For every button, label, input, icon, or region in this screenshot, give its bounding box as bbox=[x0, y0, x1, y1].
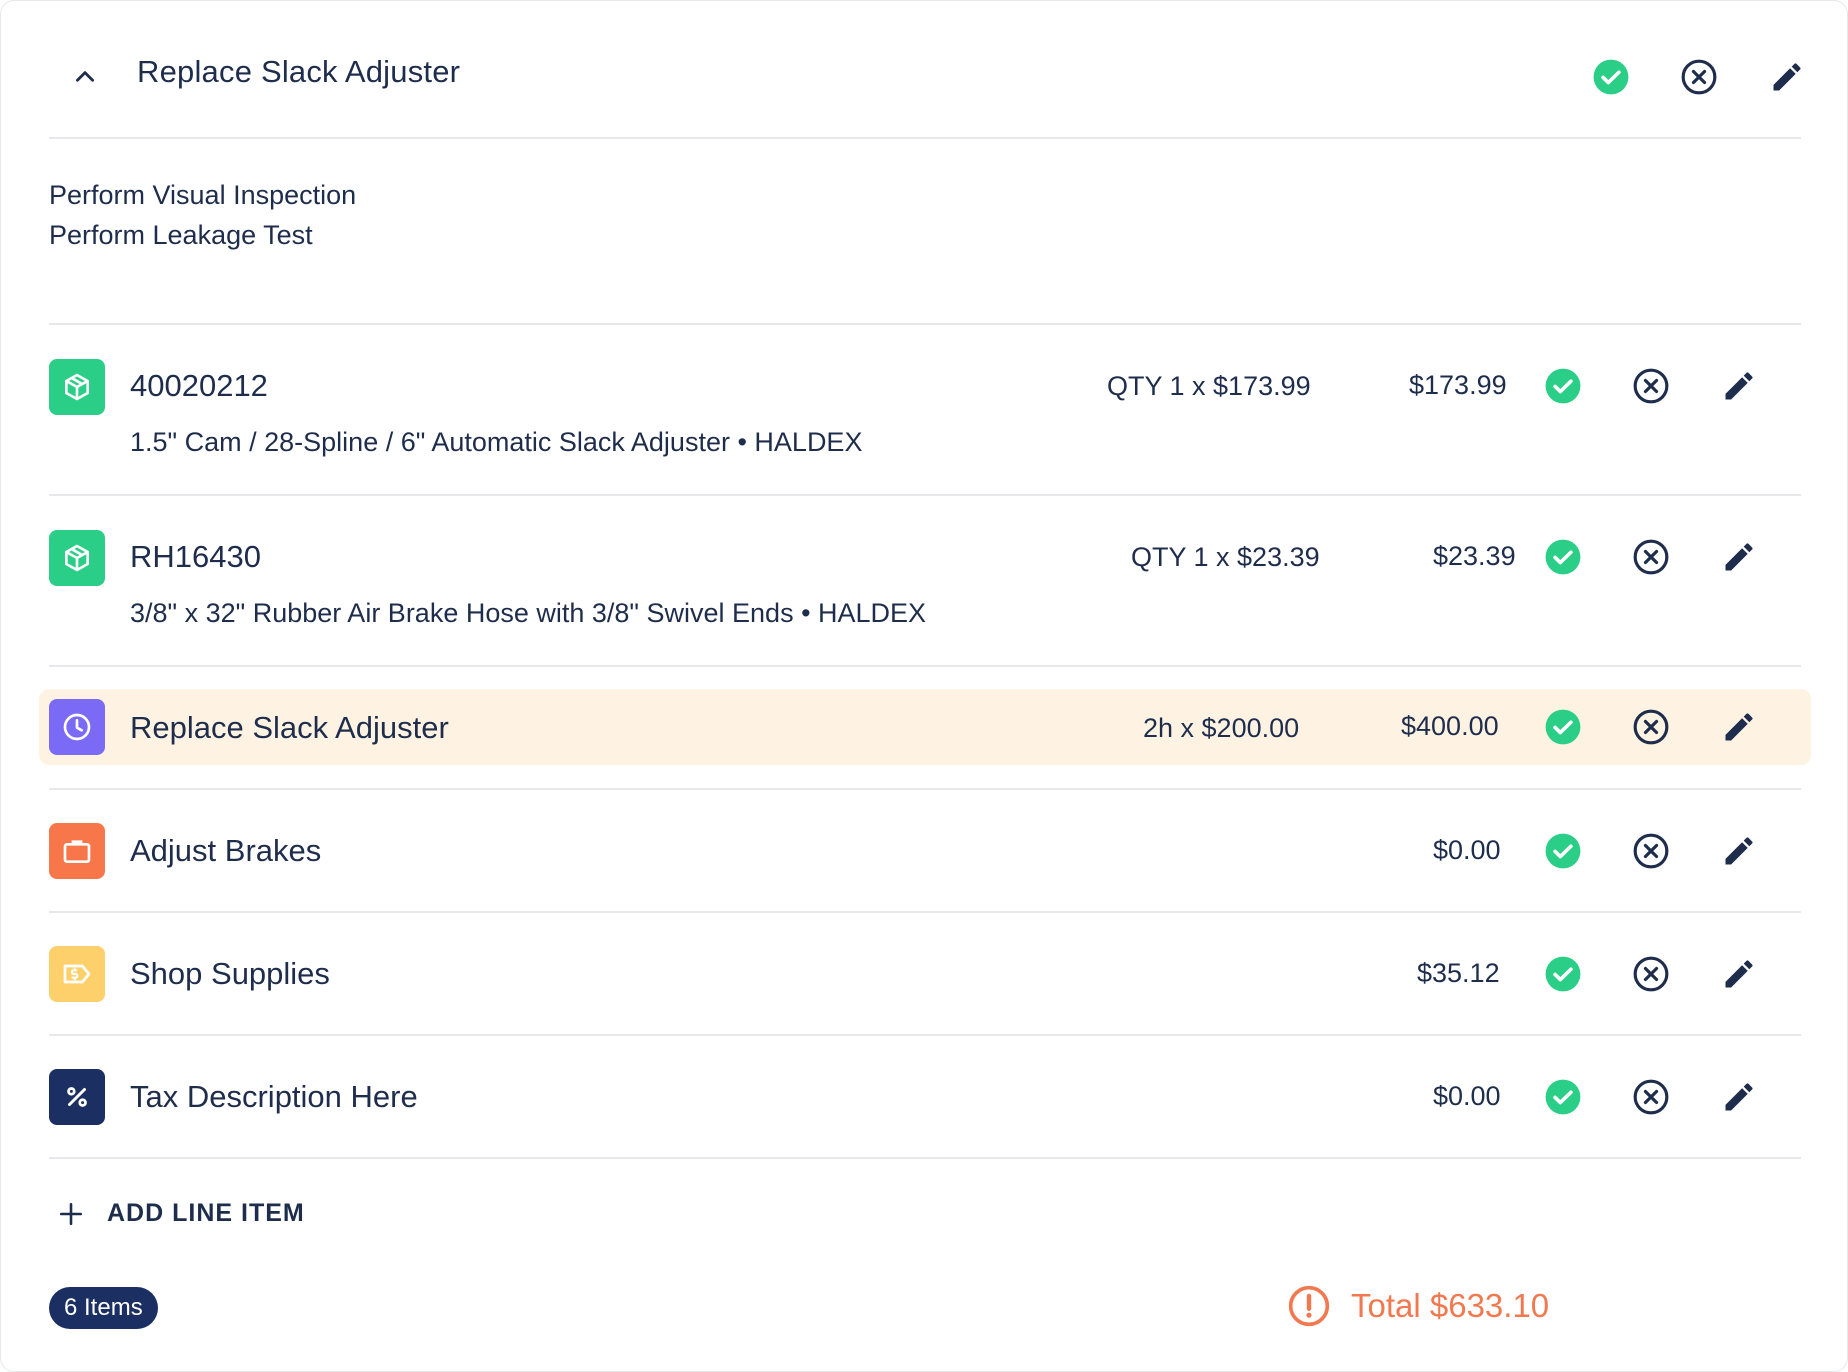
add-line-item-button[interactable]: ADD LINE ITEM bbox=[57, 1199, 305, 1228]
collapse-chevron-up-icon[interactable] bbox=[65, 57, 105, 97]
line-item-row[interactable]: Adjust Brakes $0.00 bbox=[49, 790, 1801, 913]
part-description: 1.5" Cam / 28-Spline / 6" Automatic Slac… bbox=[130, 427, 863, 457]
approve-check-icon[interactable] bbox=[1543, 1077, 1583, 1117]
row-actions bbox=[1543, 1077, 1759, 1117]
job-card: Replace Slack Adjuster Perform Visual In… bbox=[0, 0, 1848, 1372]
job-description: Perform Visual Inspection Perform Leakag… bbox=[49, 139, 1801, 325]
decline-x-circle-icon[interactable] bbox=[1679, 57, 1719, 97]
part-number: RH16430 bbox=[130, 539, 261, 574]
edit-pencil-icon[interactable] bbox=[1719, 366, 1759, 406]
quantity-rate: QTY 1 x $23.39 bbox=[1131, 542, 1320, 572]
line-price: $400.00 bbox=[1401, 711, 1499, 741]
package-icon bbox=[49, 530, 105, 586]
row-actions bbox=[1543, 831, 1759, 871]
supplies-title: Shop Supplies bbox=[130, 956, 330, 991]
row-actions bbox=[1543, 537, 1759, 577]
items-count-badge: 6 Items bbox=[49, 1287, 158, 1329]
approve-check-icon[interactable] bbox=[1543, 954, 1583, 994]
add-line-item-label: ADD LINE ITEM bbox=[107, 1199, 305, 1227]
job-actions bbox=[1591, 57, 1807, 97]
line-price: $0.00 bbox=[1433, 835, 1501, 865]
total-amount: Total $633.10 bbox=[1351, 1287, 1550, 1324]
clock-icon bbox=[49, 699, 105, 755]
edit-pencil-icon[interactable] bbox=[1719, 537, 1759, 577]
labor-title: Replace Slack Adjuster bbox=[130, 710, 449, 745]
line-item-row[interactable]: Tax Description Here $0.00 bbox=[49, 1036, 1801, 1159]
row-actions bbox=[1543, 707, 1759, 747]
hours-rate: 2h x $200.00 bbox=[1143, 713, 1300, 743]
line-item-row-highlighted[interactable]: Replace Slack Adjuster 2h x $200.00 $400… bbox=[39, 667, 1811, 790]
percent-icon bbox=[49, 1069, 105, 1125]
quantity-rate: QTY 1 x $173.99 bbox=[1107, 371, 1311, 401]
row-actions bbox=[1543, 366, 1759, 406]
plus-icon bbox=[57, 1200, 85, 1228]
approve-check-icon[interactable] bbox=[1543, 366, 1583, 406]
line-item-row[interactable]: 40020212 1.5" Cam / 28-Spline / 6" Autom… bbox=[49, 325, 1801, 496]
part-description: 3/8" x 32" Rubber Air Brake Hose with 3/… bbox=[130, 598, 927, 628]
edit-pencil-icon[interactable] bbox=[1767, 57, 1807, 97]
line-price: $23.39 bbox=[1433, 541, 1516, 571]
job-title: Replace Slack Adjuster bbox=[137, 54, 461, 89]
warning-exclamation-icon bbox=[1288, 1285, 1330, 1327]
edit-pencil-icon[interactable] bbox=[1719, 707, 1759, 747]
approve-check-icon[interactable] bbox=[1591, 57, 1631, 97]
line-item-row[interactable]: RH16430 3/8" x 32" Rubber Air Brake Hose… bbox=[49, 496, 1801, 667]
line-price: $35.12 bbox=[1417, 958, 1500, 988]
tax-title: Tax Description Here bbox=[130, 1079, 418, 1114]
line-item-row[interactable]: Shop Supplies $35.12 bbox=[49, 913, 1801, 1036]
edit-pencil-icon[interactable] bbox=[1719, 831, 1759, 871]
service-title: Adjust Brakes bbox=[130, 833, 322, 868]
briefcase-icon bbox=[49, 823, 105, 879]
package-icon bbox=[49, 359, 105, 415]
decline-x-circle-icon[interactable] bbox=[1631, 831, 1671, 871]
approve-check-icon[interactable] bbox=[1543, 537, 1583, 577]
decline-x-circle-icon[interactable] bbox=[1631, 537, 1671, 577]
approve-check-icon[interactable] bbox=[1543, 707, 1583, 747]
price-tag-icon bbox=[49, 946, 105, 1002]
line-price: $0.00 bbox=[1433, 1081, 1501, 1111]
edit-pencil-icon[interactable] bbox=[1719, 1077, 1759, 1117]
decline-x-circle-icon[interactable] bbox=[1631, 954, 1671, 994]
edit-pencil-icon[interactable] bbox=[1719, 954, 1759, 994]
line-price: $173.99 bbox=[1409, 370, 1507, 400]
part-number: 40020212 bbox=[130, 368, 268, 403]
approve-check-icon[interactable] bbox=[1543, 831, 1583, 871]
description-line: Perform Visual Inspection bbox=[49, 180, 357, 210]
total-summary: Total $633.10 bbox=[1287, 1284, 1549, 1328]
decline-x-circle-icon[interactable] bbox=[1631, 1077, 1671, 1117]
decline-x-circle-icon[interactable] bbox=[1631, 707, 1671, 747]
decline-x-circle-icon[interactable] bbox=[1631, 366, 1671, 406]
row-actions bbox=[1543, 954, 1759, 994]
job-header: Replace Slack Adjuster bbox=[49, 1, 1801, 139]
description-line: Perform Leakage Test bbox=[49, 220, 313, 250]
